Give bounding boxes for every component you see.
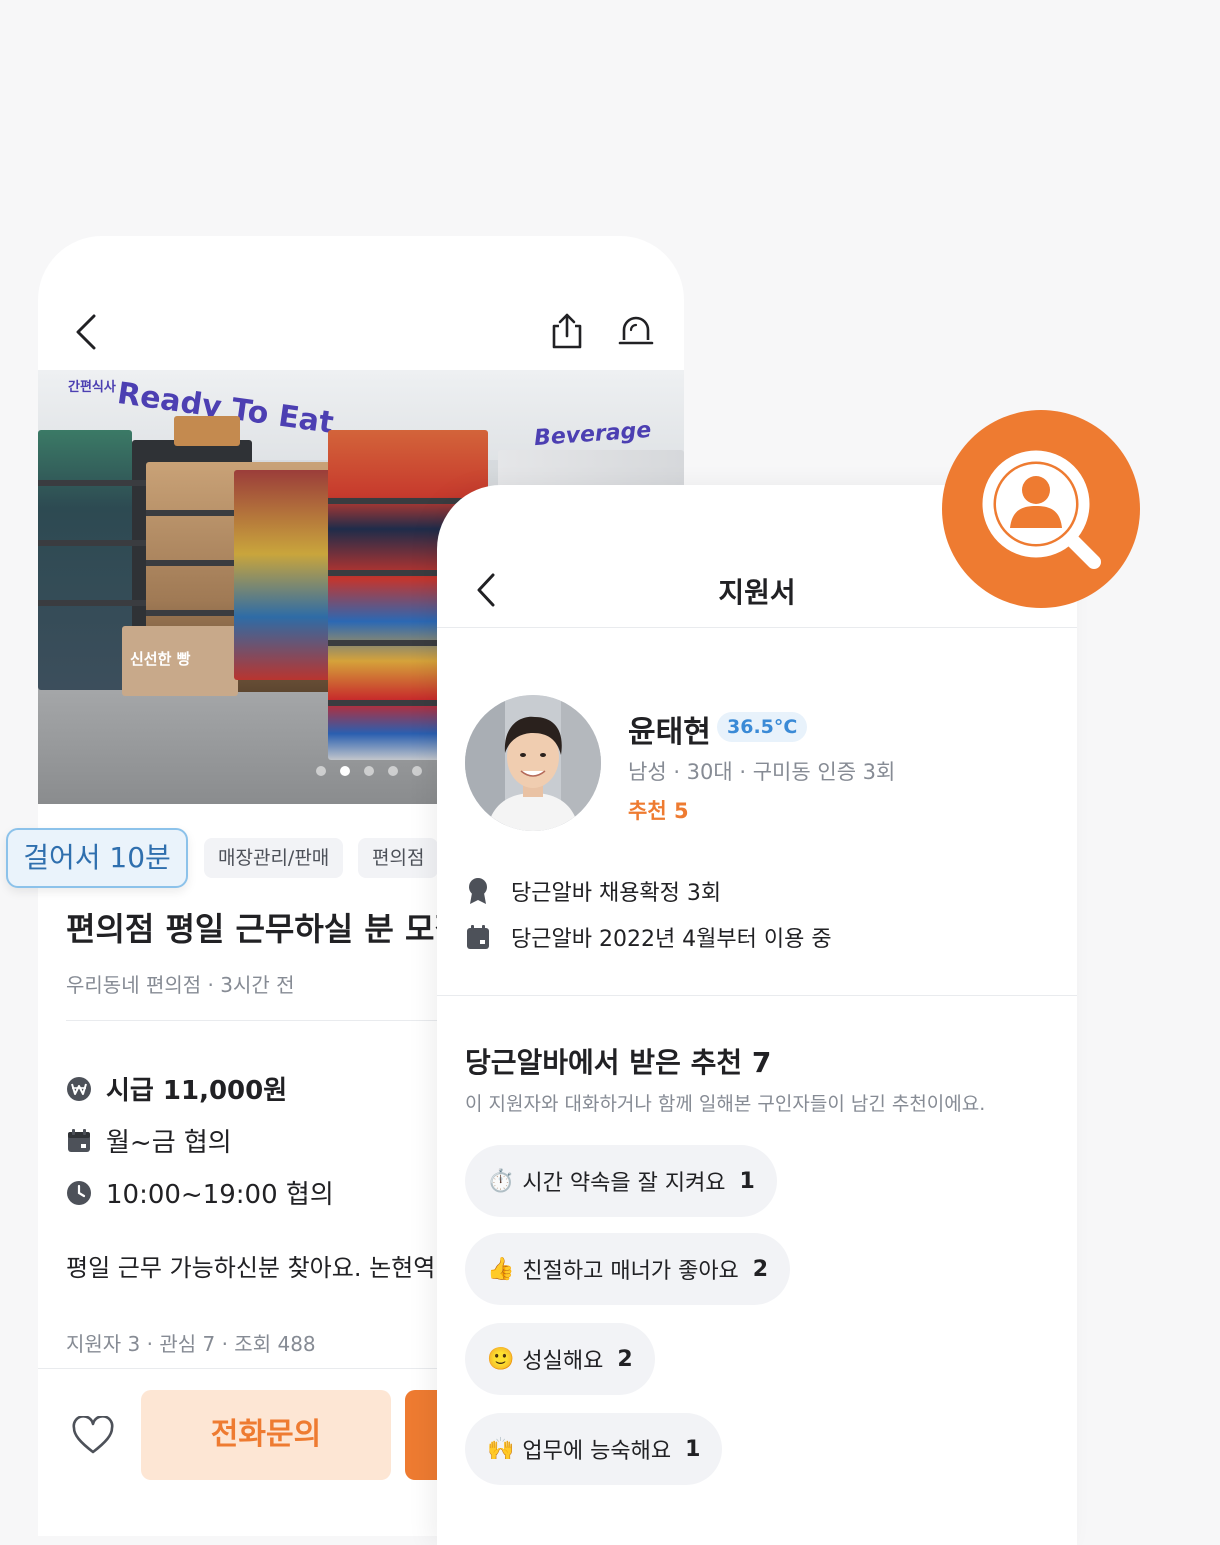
photo-pagination — [316, 766, 422, 776]
job-title: 편의점 평일 근무하실 분 모집 — [66, 910, 464, 948]
since-row: 당근알바 2022년 4월부터 이용 중 — [467, 921, 832, 953]
category-tag: 매장관리/판매 — [204, 838, 344, 878]
calendar-icon — [467, 925, 489, 949]
recommendation-label: 친절하고 매너가 좋아요 — [522, 1259, 739, 1284]
applicant-meta: 남성 · 30대 · 구미동 인증 3회 — [628, 760, 896, 784]
smile-icon: 🙂 — [487, 1346, 515, 1372]
job-stats: 지원자 3 · 관심 7 · 조회 488 — [66, 1332, 316, 1356]
walking-distance-tag: 걸어서 10분 — [6, 828, 188, 888]
profile-search-icon — [982, 450, 1101, 569]
category-tag: 편의점 — [358, 838, 439, 878]
profile-search-badge — [942, 410, 1140, 608]
recommendation-count: 2 — [752, 1256, 769, 1282]
manner-temperature-badge: 36.5°C — [717, 712, 808, 742]
recommend-count: 추천 5 — [628, 799, 689, 823]
pagination-dot-1[interactable] — [316, 766, 326, 776]
recommendation-label: 업무에 능숙해요 — [522, 1439, 672, 1464]
bakery-label: 신선한 빵 — [130, 650, 191, 668]
application-screen: 지원서 윤태현 36.5°C 남성 · 30대 · 구미동 인증 3회 추천 5… — [437, 485, 1077, 1545]
pagination-dot-2[interactable] — [340, 766, 350, 776]
recommendation-chip: 🙌 업무에 능숙해요 1 — [465, 1413, 723, 1485]
recommendation-label: 성실해요 — [522, 1349, 604, 1374]
wage-row: 시급 11,000원 — [66, 1070, 287, 1107]
won-icon — [67, 1076, 91, 1101]
siren-report-icon[interactable] — [618, 314, 654, 348]
share-icon[interactable] — [550, 312, 584, 350]
recommendation-count: 2 — [617, 1346, 633, 1372]
pagination-dot-4[interactable] — [388, 766, 398, 776]
heart-icon[interactable] — [72, 1416, 114, 1456]
wage-text: 시급 11,000원 — [106, 1076, 288, 1106]
days-row: 월~금 협의 — [66, 1122, 232, 1159]
recommendation-chip: 👍 친절하고 매너가 좋아요 2 — [465, 1233, 791, 1305]
recommendation-chip: ⏱️ 시간 약속을 잘 지켜요 1 — [465, 1145, 777, 1217]
medal-icon — [469, 878, 487, 904]
job-description: 평일 근무 가능하신분 찾아요. 논현역 — [66, 1254, 436, 1282]
days-text: 월~금 협의 — [106, 1128, 232, 1158]
calendar-icon — [68, 1128, 90, 1152]
recommendation-section-subtitle: 이 지원자와 대화하거나 함께 일해본 구인자들이 남긴 추천이에요. — [465, 1093, 986, 1115]
hire-count-text: 당근알바 채용확정 3회 — [511, 881, 722, 906]
avatar[interactable] — [465, 695, 601, 831]
job-subtitle: 우리동네 편의점 · 3시간 전 — [66, 973, 295, 997]
hire-count-row: 당근알바 채용확정 3회 — [467, 875, 721, 907]
call-inquiry-button[interactable]: 전화문의 — [141, 1390, 391, 1480]
back-arrow-icon[interactable] — [74, 314, 98, 350]
recommendation-chip: 🙂 성실해요 2 — [465, 1323, 655, 1395]
thumbs-up-icon: 👍 — [487, 1256, 515, 1282]
clock-icon — [67, 1180, 91, 1205]
hours-row: 10:00~19:00 협의 — [66, 1174, 334, 1211]
recommendation-count: 1 — [685, 1436, 701, 1462]
pagination-dot-3[interactable] — [364, 766, 374, 776]
recommendation-section-title: 당근알바에서 받은 추천 7 — [465, 1046, 772, 1079]
raised-hands-icon: 🙌 — [487, 1436, 515, 1462]
applicant-name: 윤태현 — [628, 715, 711, 750]
recommendation-count: 1 — [739, 1168, 755, 1194]
hours-text: 10:00~19:00 협의 — [106, 1180, 334, 1210]
stopwatch-icon: ⏱️ — [487, 1168, 515, 1194]
pagination-dot-5[interactable] — [412, 766, 422, 776]
recommendation-label: 시간 약속을 잘 지켜요 — [522, 1171, 726, 1196]
sign-small-text: 간편식사 — [68, 380, 116, 395]
since-text: 당근알바 2022년 4월부터 이용 중 — [511, 927, 832, 952]
